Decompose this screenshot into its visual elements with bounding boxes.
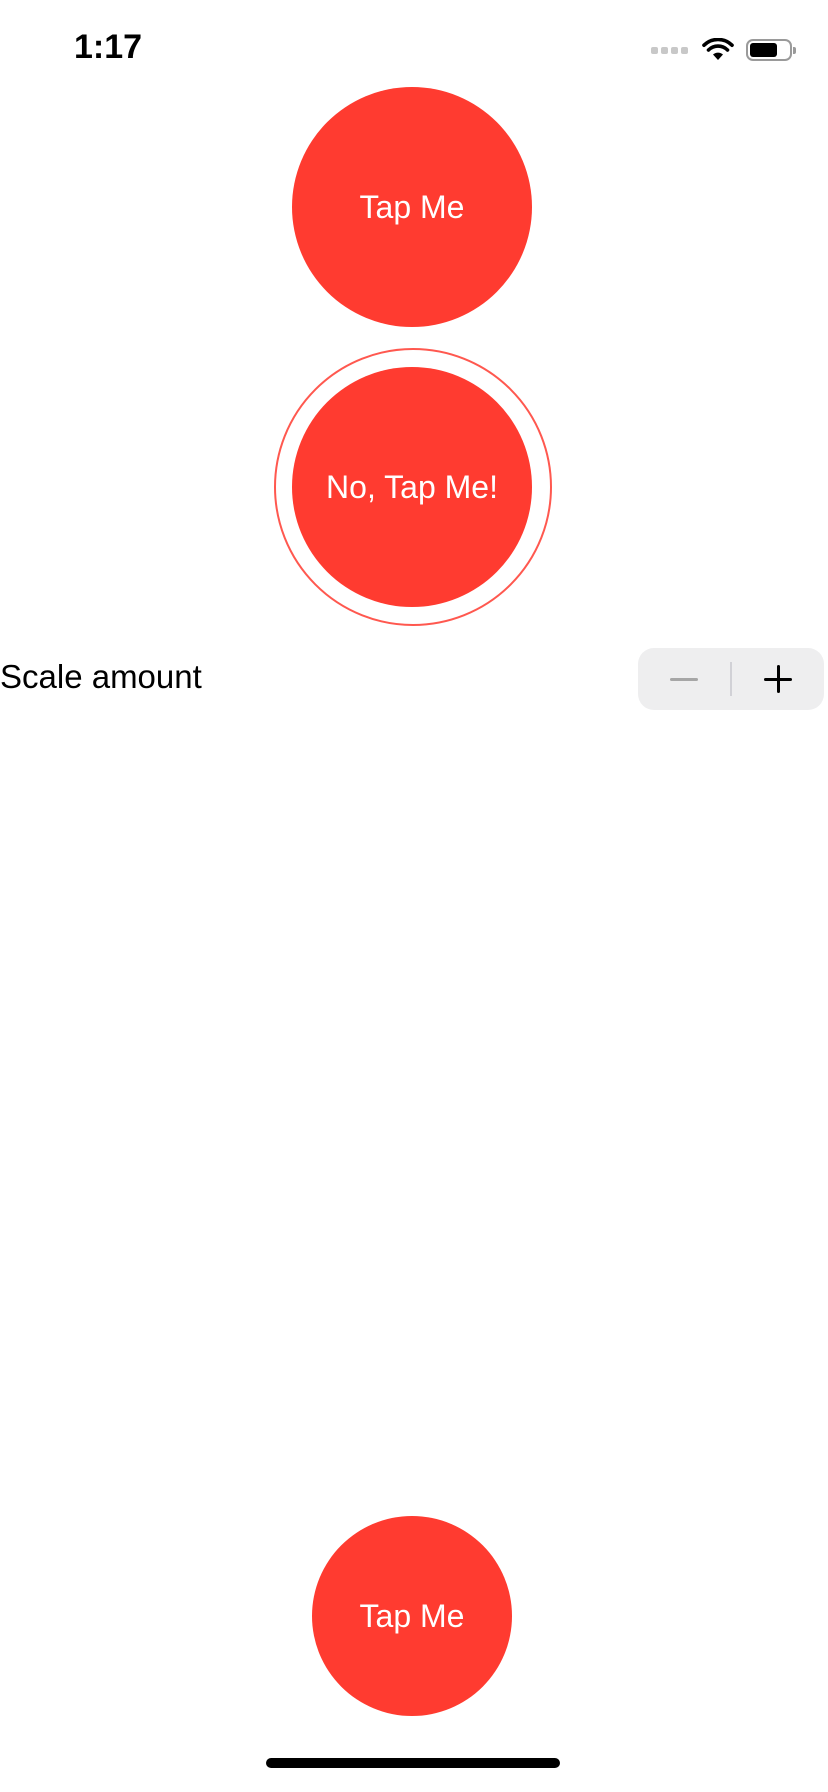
home-indicator[interactable] xyxy=(266,1758,560,1768)
tap-me-button-top[interactable]: Tap Me xyxy=(292,87,532,327)
no-tap-me-button[interactable]: No, Tap Me! xyxy=(292,367,532,607)
stepper-decrement-button[interactable] xyxy=(638,648,730,710)
stepper-increment-button[interactable] xyxy=(732,648,824,710)
scale-amount-label: Scale amount xyxy=(0,658,202,695)
wifi-icon xyxy=(702,38,734,60)
tap-me-button-bottom[interactable]: Tap Me xyxy=(312,1516,512,1716)
cellular-signal-icon xyxy=(651,46,688,54)
battery-icon xyxy=(746,39,796,61)
minus-icon xyxy=(670,677,698,681)
status-icons xyxy=(651,36,796,64)
status-time: 1:17 xyxy=(74,28,143,66)
app-screen: 1:17 Tap Me No, Tap Me! Scale amount Tap… xyxy=(0,0,828,1792)
scale-amount-stepper xyxy=(638,648,824,710)
battery-fill xyxy=(750,43,777,57)
